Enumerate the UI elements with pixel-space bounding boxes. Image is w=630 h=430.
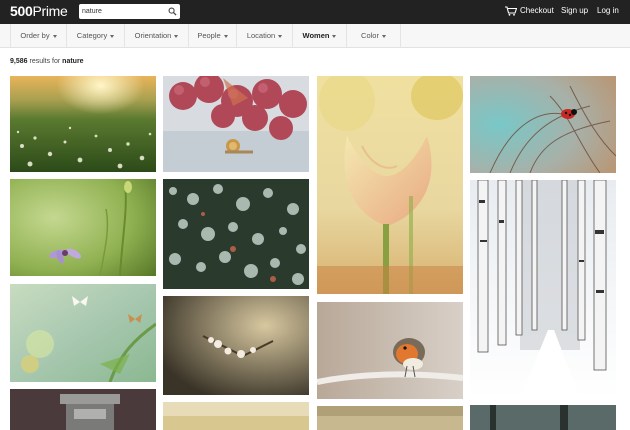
search-icon[interactable] (168, 7, 177, 16)
chevron-down-icon (278, 34, 283, 38)
photo-tulips[interactable] (317, 76, 463, 294)
search-box (79, 4, 180, 19)
search-input[interactable] (82, 5, 166, 18)
photo-meadow-sunset[interactable] (10, 76, 156, 172)
photo-butterflies[interactable] (10, 284, 156, 382)
filter-label: Color (361, 31, 379, 40)
chevron-down-icon (381, 34, 386, 38)
logo-number: 500 (10, 3, 33, 19)
logo[interactable]: 500Prime (10, 3, 68, 20)
chevron-down-icon (110, 34, 115, 38)
filter-label: Orientation (134, 31, 172, 40)
filter-label: Order by (20, 31, 50, 40)
filter-people[interactable]: People (189, 24, 237, 48)
cart-icon[interactable] (505, 6, 517, 16)
filter-category[interactable]: Category (67, 24, 125, 48)
chevron-down-icon (332, 34, 337, 38)
filter-label: Women (302, 31, 330, 40)
photo-ladybug[interactable] (470, 76, 616, 173)
photo-dark-forest[interactable] (470, 405, 616, 430)
filter-order-by[interactable]: Order by (10, 24, 67, 48)
photo-chair[interactable] (10, 389, 156, 430)
top-bar: 500Prime Checkout Sign up Log in (0, 0, 630, 24)
filter-orientation[interactable]: Orientation (125, 24, 189, 48)
photo-golden-light[interactable] (317, 406, 463, 430)
photo-blossom-branch[interactable] (163, 296, 309, 395)
photo-birch-forest[interactable] (470, 180, 616, 398)
photo-sunlit-grass[interactable] (163, 402, 309, 430)
chevron-down-icon (223, 34, 228, 38)
results-query: nature (62, 58, 84, 65)
chevron-down-icon (52, 34, 57, 38)
checkout-link[interactable]: Checkout (520, 6, 554, 16)
photo-robin[interactable] (317, 302, 463, 399)
filter-label: Category (76, 31, 108, 40)
results-text: results for (29, 58, 61, 65)
signup-link[interactable]: Sign up (561, 6, 588, 16)
login-link[interactable]: Log in (597, 6, 619, 16)
results-count: 9,586 (10, 58, 28, 65)
results-summary: 9,586 results for nature (10, 57, 84, 66)
photo-grapes-snail[interactable] (163, 76, 309, 172)
filter-label: People (197, 31, 221, 40)
filter-color[interactable]: Color (347, 24, 401, 48)
filter-label: Location (246, 31, 276, 40)
filter-bar: Order by Category Orientation People Loc… (0, 24, 630, 48)
filter-women[interactable]: Women (293, 24, 347, 48)
logo-text: Prime (32, 3, 68, 19)
photo-purple-flower[interactable] (10, 179, 156, 276)
filter-location[interactable]: Location (237, 24, 293, 48)
chevron-down-icon (174, 34, 179, 38)
photo-water-drops[interactable] (163, 179, 309, 289)
